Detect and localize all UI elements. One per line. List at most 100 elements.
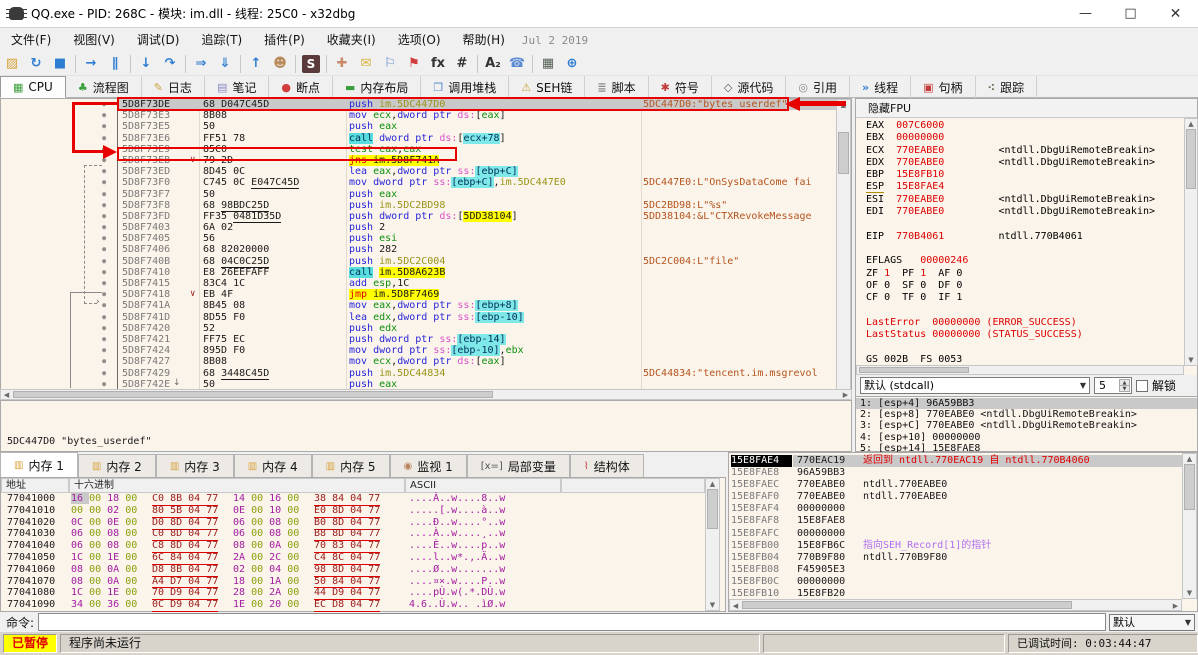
tab-句柄[interactable]: ▣ 句柄: [911, 76, 976, 98]
disasm-row[interactable]: ● 5D8F7415 83C4 1C add esp,1C: [1, 278, 837, 289]
close-button[interactable]: ✕: [1153, 0, 1198, 28]
dump-row[interactable]: 77041030 06 00 08 00 C0 8D 04 77 06 00 08 0…: [1, 528, 705, 542]
disassembly-pane[interactable]: ● 5D8F73DE 68 D047C45D push im.5DC447D0 5DC4…: [0, 98, 852, 400]
scylla-icon[interactable]: S: [302, 54, 320, 73]
register-line[interactable]: LastError 00000000 (ERROR_SUCCESS): [866, 317, 1184, 329]
command-input[interactable]: [38, 613, 1106, 631]
pause-icon[interactable]: ∥: [103, 53, 127, 75]
disasm-row[interactable]: ● 5D8F7405 56 push esi: [1, 233, 837, 244]
tab-笔记[interactable]: ▤ 笔记: [205, 76, 270, 98]
disasm-row[interactable]: ● 5D8F73F8 68 98BDC25D push im.5DC2BD98 5DC2…: [1, 199, 837, 212]
register-line[interactable]: [866, 218, 1184, 230]
register-line[interactable]: LastStatus 00000000 (STATUS_SUCCESS): [866, 329, 1184, 341]
internet-icon[interactable]: ⊕: [560, 53, 584, 75]
memory-dump-pane[interactable]: 地址 十六进制 ASCII 77041000 16 00 18 00 C0 8B 0…: [0, 477, 726, 613]
stack-hscrollbar[interactable]: ◀ ▶: [729, 599, 1182, 611]
dump-tab-内存 5[interactable]: ▥ 内存 5: [311, 454, 390, 477]
stack-vscrollbar[interactable]: ▲ ▼: [1182, 453, 1197, 599]
register-line[interactable]: CF 0 TF 0 IF 1: [866, 292, 1184, 304]
disasm-row[interactable]: ● 5D8F73ED 8D45 0C lea eax,dword ptr ss:[eb…: [1, 166, 837, 178]
dump-row[interactable]: 77041040 06 00 08 00 C8 8D 04 77 08 00 0A 0…: [1, 540, 705, 554]
menu-item-插件(P)[interactable]: 插件(P): [253, 28, 316, 52]
unlock-checkbox[interactable]: [1136, 379, 1148, 392]
register-line[interactable]: ECX 770EABE0 <ntdll.DbgUiRemoteBreakin>: [866, 145, 1184, 157]
disassembly-hscrollbar[interactable]: ◀ ▶: [0, 389, 852, 400]
stack-row[interactable]: 15E8FAE8 96A59BB3: [729, 467, 1183, 479]
minimize-button[interactable]: —: [1063, 0, 1108, 28]
comments-icon[interactable]: ✉: [354, 53, 378, 75]
tab-源代码[interactable]: ◇ 源代码: [712, 76, 787, 98]
dump-tab-局部变量[interactable]: [x=] 局部变量: [466, 454, 570, 477]
restart-icon[interactable]: ↻: [24, 53, 48, 75]
disasm-row[interactable]: ● 5D8F740B 68 04C0C25D push im.5DC2C004 5DC2…: [1, 255, 837, 268]
stack-row[interactable]: 15E8FAF4 00000000: [729, 503, 1183, 515]
dump-vscrollbar[interactable]: ▲ ▼: [705, 478, 720, 611]
disasm-row[interactable]: ● 5D8F7410 E8 26EEFAFF call im.5D8A623B: [1, 266, 837, 278]
disasm-row[interactable]: ● 5D8F741D 8D55 F0 lea edx,dword ptr ss:[eb…: [1, 311, 837, 323]
disasm-row[interactable]: ● 5D8F7403 6A 02 push 2: [1, 222, 837, 233]
spin-down-icon[interactable]: ▼: [1119, 385, 1130, 392]
menu-item-帮助(H)[interactable]: 帮助(H): [452, 28, 516, 52]
dump-tab-监视 1[interactable]: ◉ 监视 1: [389, 454, 467, 477]
menu-item-追踪(T)[interactable]: 追踪(T): [190, 28, 253, 52]
disasm-row[interactable]: ● 5D8F73DE 68 D047C45D push im.5DC447D0 5DC4…: [1, 99, 837, 111]
labels-icon[interactable]: ⚐: [378, 53, 402, 75]
register-line[interactable]: OF 0 SF 0 DF 0: [866, 280, 1184, 292]
register-line[interactable]: ESP 15E8FAE4: [866, 181, 1184, 194]
dump-tab-内存 1[interactable]: ▥ 内存 1: [0, 452, 78, 477]
trace-into-icon[interactable]: ⇒: [189, 53, 213, 75]
ascii-table-icon[interactable]: A₂: [481, 53, 505, 75]
disasm-row[interactable]: ● 5D8F73E5 50 push eax: [1, 121, 837, 132]
tab-CPU[interactable]: ▦ CPU: [0, 76, 66, 98]
stack-row[interactable]: 15E8FAF8 15E8FAE8: [729, 515, 1183, 527]
registers-vscrollbar[interactable]: ▲ ▼: [1184, 118, 1198, 366]
stack-row[interactable]: 15E8FB0C 00000000: [729, 576, 1183, 588]
tab-断点[interactable]: ● 断点: [269, 76, 333, 98]
dump-row[interactable]: 77041090 34 00 36 00 0C D9 04 77 1E 00 20 0…: [1, 599, 705, 613]
disasm-row[interactable]: ● 5D8F73E3 8B08 mov ecx,dword ptr ds:[eax]: [1, 110, 837, 121]
disasm-row[interactable]: ● 5D8F7406 68 82020000 push 282: [1, 244, 837, 255]
run-icon[interactable]: →: [79, 53, 103, 75]
menu-item-收藏夹(I)[interactable]: 收藏夹(I): [316, 28, 387, 52]
tab-SEH链[interactable]: ⚠ SEH链: [509, 76, 586, 98]
register-line[interactable]: [866, 243, 1184, 255]
register-line[interactable]: EDX 770EABE0 <ntdll.DbgUiRemoteBreakin>: [866, 157, 1184, 169]
argument-row[interactable]: 4: [esp+10] 00000000: [856, 432, 1197, 443]
tab-跟踪[interactable]: ⁖ 跟踪: [976, 76, 1038, 98]
register-line[interactable]: ESI 770EABE0 <ntdll.DbgUiRemoteBreakin>: [866, 194, 1184, 206]
bookmarks-icon[interactable]: ⚑: [402, 53, 426, 75]
dump-tab-内存 2[interactable]: ▥ 内存 2: [77, 454, 156, 477]
menu-item-选项(O)[interactable]: 选项(O): [387, 28, 452, 52]
hash-icon[interactable]: #: [450, 53, 474, 75]
stack-pane[interactable]: 15E8FAE4 770EAC19 返回到 ntdll.770EAC19 自 ntd…: [728, 452, 1198, 612]
stack-row[interactable]: 15E8FAE4 770EAC19 返回到 ntdll.770EAC19 自 ntd…: [729, 455, 1183, 468]
stack-row[interactable]: 15E8FB08 F45905E3: [729, 564, 1183, 576]
register-line[interactable]: EBX 00000000: [866, 132, 1184, 144]
disasm-row[interactable]: ● 5D8F7424 895D F0 mov dword ptr ss:[ebp-10…: [1, 345, 837, 357]
tab-调用堆栈[interactable]: ❐ 调用堆栈: [421, 76, 510, 98]
dump-tab-内存 3[interactable]: ▥ 内存 3: [155, 454, 234, 477]
stop-icon[interactable]: ■: [48, 53, 72, 75]
register-line[interactable]: ZF 1 PF 1 AF 0: [866, 268, 1184, 280]
dump-row[interactable]: 77041020 0C 00 0E 00 D0 8D 04 77 06 00 08 0…: [1, 517, 705, 530]
menu-item-文件(F)[interactable]: 文件(F): [0, 28, 62, 52]
tab-脚本[interactable]: ≣ 脚本: [585, 76, 649, 98]
dump-row[interactable]: 77041000 16 00 18 00 C0 8B 04 77 14 00 16 0…: [1, 493, 705, 506]
handles-icon[interactable]: ☎: [505, 53, 529, 75]
disasm-row[interactable]: ● 5D8F73F0 C745 0C E047C45D mov dword ptr s…: [1, 177, 837, 190]
hide-fpu-button[interactable]: 隐藏FPU: [856, 99, 1197, 118]
stack-row[interactable]: 15E8FAEC 770EABE0 ntdll.770EABE0: [729, 479, 1183, 491]
tab-线程[interactable]: » 线程: [850, 76, 912, 98]
maximize-button[interactable]: □: [1108, 0, 1153, 28]
disasm-row[interactable]: ● 5D8F73FD FF35 0481D35D push dword ptr ds:…: [1, 210, 837, 223]
tab-流程图[interactable]: ♣ 流程图: [66, 76, 142, 98]
tab-引用[interactable]: ◎ 引用: [786, 76, 850, 98]
run-to-user-code-icon[interactable]: ☻: [268, 53, 292, 75]
dump-row[interactable]: 77041070 08 00 0A 00 A4 D7 04 77 18 00 1A 0…: [1, 576, 705, 589]
disasm-row[interactable]: ● 5D8F73F7 50 push eax: [1, 189, 837, 200]
step-into-icon[interactable]: ↓: [134, 53, 158, 75]
calling-convention-select[interactable]: 默认 (stdcall) ▼: [860, 377, 1090, 394]
argument-row[interactable]: 2: [esp+8] 770EABE0 <ntdll.DbgUiRemoteBr…: [856, 409, 1197, 420]
disasm-row[interactable]: ● 5D8F73E9 85C0 test eax,eax: [1, 144, 837, 155]
disasm-row[interactable]: ● 5D8F7420 52 push edx: [1, 323, 837, 334]
